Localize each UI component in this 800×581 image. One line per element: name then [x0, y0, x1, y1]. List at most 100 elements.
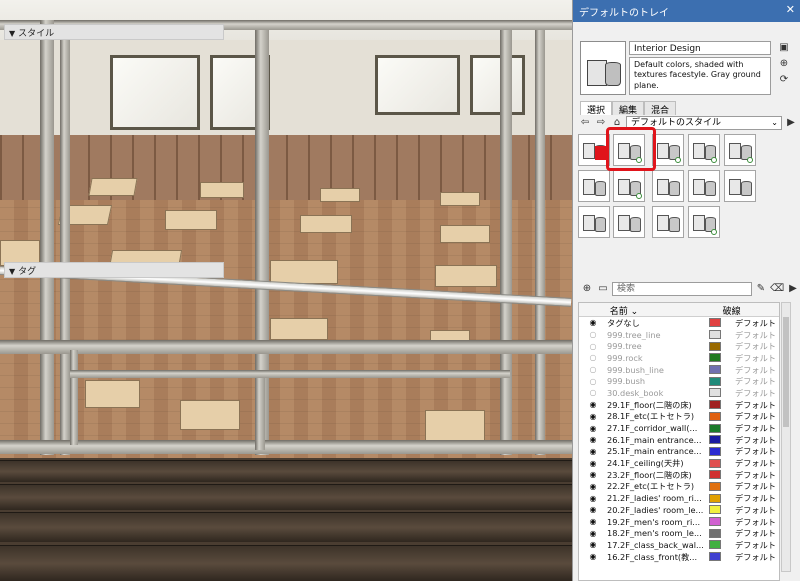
tag-name[interactable]: 18.2F_men's room_le... [607, 528, 703, 538]
close-icon[interactable]: ✕ [786, 3, 795, 16]
tab-select[interactable]: 選択 [580, 101, 613, 116]
tag-linetype[interactable]: デフォルト [735, 317, 776, 329]
tag-linetype[interactable]: デフォルト [735, 539, 776, 551]
tags-panel-header[interactable]: ▼ タグ [4, 262, 224, 278]
tag-linetype[interactable]: デフォルト [735, 480, 776, 492]
tab-mix[interactable]: 混合 [644, 101, 677, 116]
tag-color-swatch[interactable] [709, 365, 721, 375]
collapse-icon[interactable]: ▼ [9, 267, 15, 276]
eye-icon[interactable]: ◉ [579, 505, 607, 514]
tag-row[interactable]: ○ 999.tree デフォルト [579, 340, 779, 352]
refresh-icon[interactable]: ⟳ [777, 74, 791, 88]
tag-name[interactable]: 25.1F_main entrance... [607, 446, 703, 456]
style-thumbnail[interactable] [688, 134, 720, 166]
tag-name[interactable]: 27.1F_corridor_wall(... [607, 423, 703, 433]
style-description-field[interactable]: Default colors, shaded with textures fac… [629, 57, 771, 95]
style-name-field[interactable]: Interior Design [629, 41, 771, 55]
tag-row[interactable]: ◉ 20.2F_ladies' room_le... デフォルト [579, 504, 779, 516]
eye-off-icon[interactable]: ○ [579, 377, 607, 386]
tag-color-swatch[interactable] [709, 388, 721, 398]
eye-icon[interactable]: ◉ [579, 529, 607, 538]
tag-linetype[interactable]: デフォルト [735, 375, 776, 387]
tag-row[interactable]: ◉ 18.2F_men's room_le... デフォルト [579, 527, 779, 539]
eye-off-icon[interactable]: ○ [579, 330, 607, 339]
tag-color-swatch[interactable] [709, 470, 721, 480]
tag-row[interactable]: ○ 30.desk_book デフォルト [579, 387, 779, 399]
tag-color-swatch[interactable] [709, 481, 721, 491]
linetype-column-header[interactable]: 破線 [720, 303, 779, 317]
tag-color-swatch[interactable] [709, 330, 721, 340]
3d-viewport[interactable] [0, 0, 572, 581]
tag-linetype[interactable]: デフォルト [735, 352, 776, 364]
tag-name[interactable]: 19.2F_men's room_ri... [607, 517, 703, 527]
style-thumbnail[interactable] [578, 206, 610, 238]
tag-name[interactable]: 17.2F_class_back_wal... [607, 540, 703, 550]
tag-linetype[interactable]: デフォルト [735, 504, 776, 516]
tag-linetype[interactable]: デフォルト [735, 387, 776, 399]
eye-icon[interactable]: ◉ [579, 412, 607, 421]
tag-row[interactable]: ◉ 21.2F_ladies' room_ri... デフォルト [579, 492, 779, 504]
create-style-icon[interactable]: ⊕ [777, 58, 791, 72]
tag-linetype[interactable]: デフォルト [735, 340, 776, 352]
save-style-icon[interactable]: ▣ [777, 42, 791, 56]
eraser-icon[interactable]: ⌫ [770, 282, 784, 296]
style-thumbnail[interactable] [652, 206, 684, 238]
style-thumbnail[interactable] [724, 170, 756, 202]
tag-name[interactable]: 28.1F_etc(エトセトラ) [607, 410, 703, 422]
eye-off-icon[interactable]: ○ [579, 388, 607, 397]
tag-row[interactable]: ○ 999.bush デフォルト [579, 375, 779, 387]
tag-row[interactable]: ◉ 23.2F_floor(二階の床) デフォルト [579, 469, 779, 481]
tag-color-swatch[interactable] [709, 435, 721, 445]
tag-row[interactable]: ◉ 22.2F_etc(エトセトラ) デフォルト [579, 481, 779, 493]
style-thumbnail[interactable] [613, 170, 645, 202]
tag-name[interactable]: 999.tree [607, 341, 703, 351]
styles-panel-header[interactable]: ▼ スタイル [4, 24, 224, 40]
tag-linetype[interactable]: デフォルト [735, 516, 776, 528]
tag-color-swatch[interactable] [709, 318, 721, 328]
tag-linetype[interactable]: デフォルト [735, 551, 776, 563]
eye-icon[interactable]: ◉ [579, 435, 607, 444]
eye-off-icon[interactable]: ○ [579, 365, 607, 374]
tag-linetype[interactable]: デフォルト [735, 445, 776, 457]
pencil-icon[interactable]: ✎ [754, 282, 768, 296]
tag-color-swatch[interactable] [709, 505, 721, 515]
tag-color-swatch[interactable] [709, 341, 721, 351]
tag-row[interactable]: ◉ 16.2F_class_front(教... デフォルト [579, 551, 779, 563]
tag-color-swatch[interactable] [709, 458, 721, 468]
tag-name[interactable]: 999.bush_line [607, 365, 703, 375]
eye-icon[interactable]: ◉ [579, 470, 607, 479]
style-thumbnail[interactable] [578, 170, 610, 202]
tag-name[interactable]: 23.2F_floor(二階の床) [607, 469, 703, 481]
tag-color-swatch[interactable] [709, 540, 721, 550]
eye-icon[interactable]: ◉ [579, 482, 607, 491]
tag-row[interactable]: ◉ 27.1F_corridor_wall(... デフォルト [579, 422, 779, 434]
eye-icon[interactable]: ◉ [579, 540, 607, 549]
tag-color-swatch[interactable] [709, 552, 721, 562]
eye-icon[interactable]: ◉ [579, 424, 607, 433]
tag-row[interactable]: ○ 999.bush_line デフォルト [579, 364, 779, 376]
tag-linetype[interactable]: デフォルト [735, 527, 776, 539]
style-thumbnail[interactable] [652, 134, 684, 166]
add-tag-icon[interactable]: ⊕ [580, 282, 594, 296]
tag-row[interactable]: ◉ 29.1F_floor(二階の床) デフォルト [579, 399, 779, 411]
scrollbar-thumb[interactable] [783, 317, 789, 427]
eye-icon[interactable]: ◉ [579, 400, 607, 409]
tag-linetype[interactable]: デフォルト [735, 422, 776, 434]
eye-icon[interactable]: ◉ [579, 494, 607, 503]
tag-color-swatch[interactable] [709, 411, 721, 421]
tag-name[interactable]: 20.2F_ladies' room_le... [607, 505, 703, 515]
tag-row[interactable]: ◉ 17.2F_class_back_wal... デフォルト [579, 539, 779, 551]
tag-color-swatch[interactable] [709, 376, 721, 386]
tag-color-swatch[interactable] [709, 446, 721, 456]
eye-icon[interactable]: ◉ [579, 459, 607, 468]
eye-icon[interactable]: ◉ [579, 447, 607, 456]
eye-icon[interactable]: ◉ [579, 517, 607, 526]
tag-linetype[interactable]: デフォルト [735, 410, 776, 422]
eye-off-icon[interactable]: ○ [579, 342, 607, 351]
tag-row[interactable]: ○ 999.tree_line デフォルト [579, 329, 779, 341]
tag-row[interactable]: ◉ 26.1F_main entrance... デフォルト [579, 434, 779, 446]
back-icon[interactable]: ⇦ [578, 116, 592, 130]
tag-name[interactable]: 26.1F_main entrance... [607, 435, 703, 445]
tag-row[interactable]: ◉ タグなし デフォルト [579, 317, 779, 329]
tag-linetype[interactable]: デフォルト [735, 329, 776, 341]
